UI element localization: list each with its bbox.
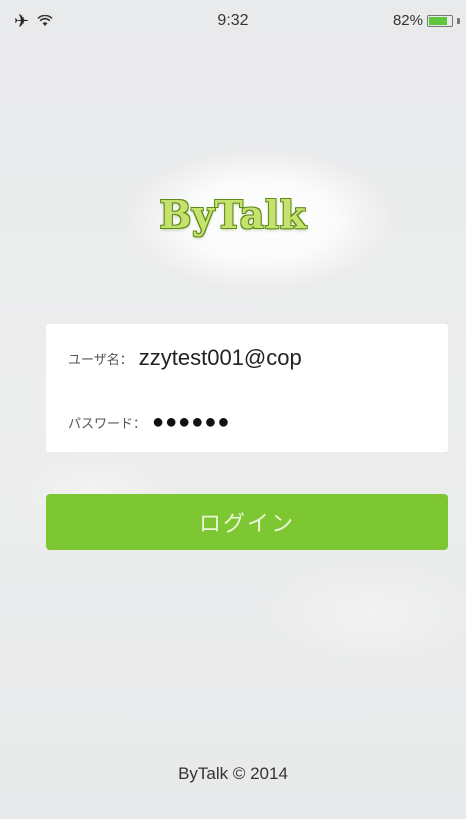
username-label: ユーザ名： [68,351,133,367]
status-bar: ✈ 9:32 82% [0,0,466,44]
password-row[interactable]: パスワード： ●●●●●● [46,392,448,452]
copyright-footer: ByTalk © 2014 [178,764,288,783]
battery-fill [429,16,447,25]
app-logo: ByTalk [159,192,307,237]
login-screen: ✈ 9:32 82% ByTalk ユーザ名： zzytest001@cop パ… [0,0,466,819]
battery-icon [427,14,453,27]
battery-nub [457,17,460,24]
password-label: パスワード： [68,415,147,431]
battery-percentage: 82% [392,12,423,29]
status-right: 82% [393,12,460,29]
password-field[interactable]: ●●●●●● [152,411,230,434]
login-form: ユーザ名： zzytest001@cop パスワード： ●●●●●● [46,324,448,452]
username-row[interactable]: ユーザ名： zzytest001@cop [46,328,448,388]
login-button[interactable]: ログイン [46,494,448,550]
username-field[interactable]: zzytest001@cop [139,345,302,371]
